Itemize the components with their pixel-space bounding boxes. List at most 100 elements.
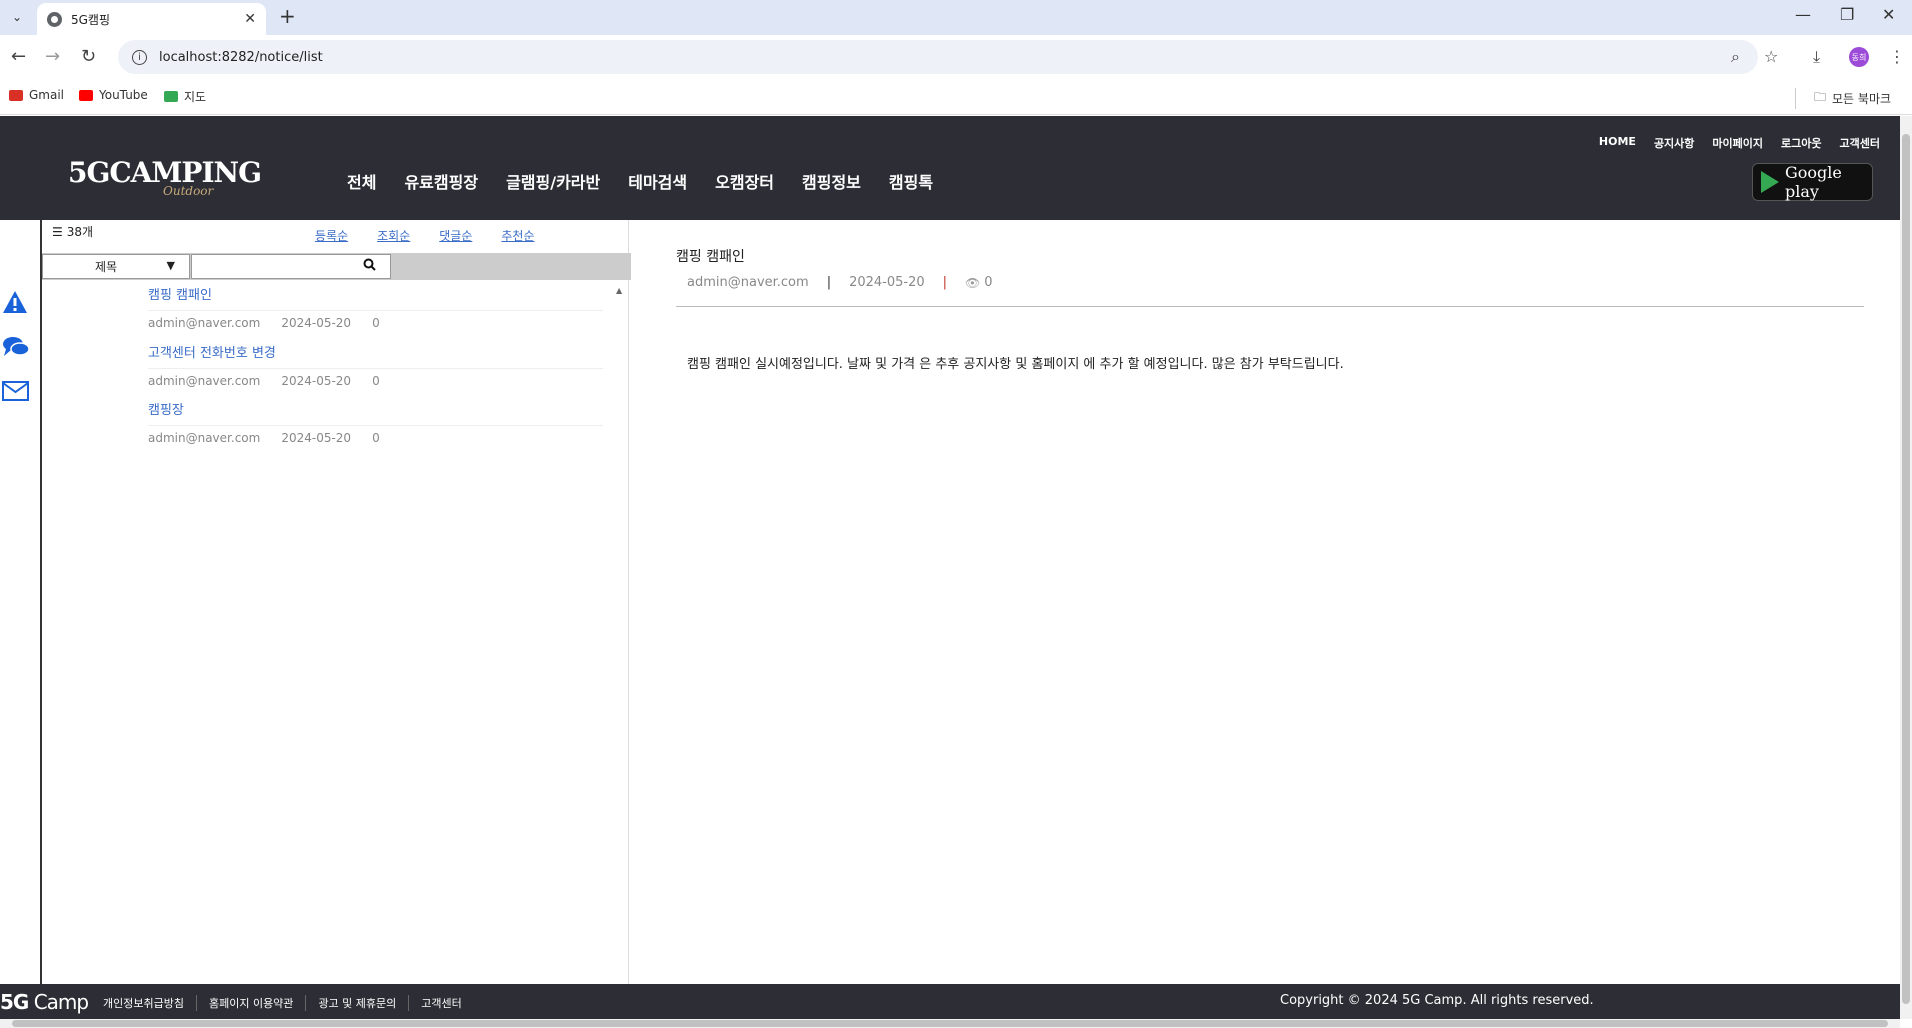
- browser-tab-bar: ⌄ 5G캠핑 ✕ + — ❐ ✕: [0, 0, 1912, 35]
- detail-title: 캠핑 캠패인: [676, 249, 745, 265]
- notice-date: 2024-05-20: [281, 374, 352, 388]
- notice-views: 0: [372, 431, 380, 445]
- globe-icon: [47, 11, 62, 27]
- notice-list-panel: ☰ 38개 등록순 조회순 댓글순 추천순 제목 ▼ ▲ 캠핑 캠패인 admi…: [40, 220, 631, 984]
- copyright: Copyright © 2024 5G Camp. All rights res…: [1280, 993, 1594, 1008]
- notice-title-link[interactable]: 캠핑 캠패인: [148, 284, 212, 303]
- search-input[interactable]: [191, 254, 391, 279]
- divider: [148, 310, 603, 311]
- notice-title-link[interactable]: 캠핑장: [148, 399, 184, 418]
- sort-links: 등록순 조회순 댓글순 추천순: [315, 227, 564, 244]
- meta-separator: |: [826, 275, 832, 290]
- scrollbar-thumb[interactable]: [1902, 134, 1910, 1004]
- gmail-icon: [9, 89, 23, 101]
- bookmark-star-icon[interactable]: ☆: [1764, 47, 1778, 66]
- bookmarks-bar: Gmail YouTube 지도 🗀 모든 북마크: [0, 80, 1912, 115]
- back-button[interactable]: ←: [11, 46, 26, 67]
- omnibox[interactable]: i localhost:8282/notice/list: [118, 40, 1758, 74]
- more-menu-icon[interactable]: ⋮: [1889, 47, 1905, 66]
- list-item[interactable]: 고객센터 전화번호 변경 admin@naver.com 2024-05-20 …: [42, 340, 610, 398]
- sort-by-comments[interactable]: 댓글순: [439, 227, 472, 244]
- page-horizontal-scrollbar[interactable]: [0, 1019, 1900, 1028]
- footer-link-support[interactable]: 고객센터: [408, 995, 473, 1011]
- search-type-select[interactable]: 제목 ▼: [42, 254, 190, 279]
- scrollbar-thumb[interactable]: [12, 1020, 1888, 1027]
- mail-icon[interactable]: [2, 380, 30, 402]
- sort-by-recommend[interactable]: 추천순: [501, 227, 534, 244]
- notice-title-link[interactable]: 고객센터 전화번호 변경: [148, 342, 276, 361]
- list-item[interactable]: 캠핑 캠패인 admin@naver.com 2024-05-20 0: [42, 282, 610, 340]
- top-nav-mypage[interactable]: 마이페이지: [1712, 135, 1763, 151]
- google-play-badge[interactable]: Google play: [1752, 163, 1873, 201]
- profile-avatar[interactable]: 동희: [1849, 47, 1869, 67]
- top-nav-support[interactable]: 고객센터: [1840, 135, 1880, 151]
- forward-button[interactable]: →: [45, 46, 60, 67]
- tab-search-button[interactable]: ⌄: [5, 6, 29, 28]
- new-tab-button[interactable]: +: [279, 4, 296, 28]
- detail-date: 2024-05-20: [849, 275, 925, 290]
- footer-link-ads[interactable]: 광고 및 제휴문의: [305, 995, 408, 1011]
- divider: [676, 306, 1864, 307]
- notice-views: 0: [372, 374, 380, 388]
- sort-by-date[interactable]: 등록순: [315, 227, 348, 244]
- main-nav: 전체 유료캠핑장 글램핑/카라반 테마검색 오캠장터 캠핑정보 캠핑톡: [347, 169, 961, 193]
- footer-link-privacy[interactable]: 개인정보취급방침: [103, 995, 196, 1011]
- list-scroll-up-arrow[interactable]: ▲: [616, 286, 622, 295]
- search-icon[interactable]: [363, 258, 376, 275]
- site-info-icon[interactable]: i: [132, 49, 147, 65]
- browser-tab[interactable]: 5G캠핑 ✕: [37, 3, 266, 35]
- tab-title: 5G캠핑: [71, 12, 111, 27]
- list-item[interactable]: 캠핑장 admin@naver.com 2024-05-20 0: [42, 397, 610, 455]
- site-footer: 5G Camp 개인정보취급방침 홈페이지 이용약관 광고 및 제휴문의 고객센…: [0, 984, 1900, 1019]
- meta-separator: |: [942, 275, 948, 290]
- bookmark-gmail[interactable]: Gmail: [9, 88, 64, 102]
- divider: [148, 425, 603, 426]
- bookmark-youtube[interactable]: YouTube: [79, 88, 148, 102]
- restore-button[interactable]: ❐: [1840, 5, 1854, 24]
- nav-item-market[interactable]: 오캠장터: [715, 169, 774, 193]
- nav-item-theme-search[interactable]: 테마검색: [628, 169, 687, 193]
- maps-icon: [164, 91, 178, 102]
- nav-item-camping-talk[interactable]: 캠핑톡: [889, 169, 933, 193]
- sort-by-views[interactable]: 조회순: [377, 227, 410, 244]
- notice-date: 2024-05-20: [281, 431, 352, 445]
- all-bookmarks[interactable]: 🗀 모든 북마크: [1795, 88, 1891, 109]
- nav-item-glamping[interactable]: 글램핑/카라반: [506, 169, 600, 193]
- footer-link-terms[interactable]: 홈페이지 이용약관: [195, 995, 305, 1011]
- bookmark-maps[interactable]: 지도: [164, 88, 206, 105]
- top-nav: HOME 공지사항 마이페이지 로그아웃 고객센터: [1581, 135, 1880, 151]
- eye-icon: 👁: [965, 275, 981, 290]
- notice-meta: admin@naver.com 2024-05-20 0: [148, 431, 401, 445]
- google-play-icon: [1761, 171, 1779, 193]
- detail-author: admin@naver.com: [687, 275, 809, 290]
- list-icon: ☰: [52, 224, 63, 239]
- close-tab-icon[interactable]: ✕: [244, 11, 256, 27]
- notice-meta: admin@naver.com 2024-05-20 0: [148, 374, 401, 388]
- nav-item-all[interactable]: 전체: [347, 169, 376, 193]
- notice-author: admin@naver.com: [148, 431, 261, 445]
- address-bar: ← → ↻ i localhost:8282/notice/list ⌕ ☆ ⤓…: [0, 35, 1912, 80]
- top-nav-notice[interactable]: 공지사항: [1654, 135, 1694, 151]
- top-nav-logout[interactable]: 로그아웃: [1781, 135, 1821, 151]
- site-header: 5GCAMPING Outdoor 전체 유료캠핑장 글램핑/카라반 테마검색 …: [0, 116, 1900, 220]
- page-vertical-scrollbar[interactable]: [1900, 116, 1912, 1019]
- footer-logo: 5G Camp: [0, 990, 89, 1014]
- zoom-icon[interactable]: ⌕: [1731, 47, 1740, 67]
- notice-date: 2024-05-20: [281, 316, 352, 330]
- nav-item-paid-camping[interactable]: 유료캠핑장: [404, 169, 478, 193]
- site-logo[interactable]: 5GCAMPING Outdoor: [68, 156, 262, 198]
- close-window-button[interactable]: ✕: [1882, 5, 1895, 24]
- notice-list: 캠핑 캠패인 admin@naver.com 2024-05-20 0 고객센터…: [42, 282, 610, 982]
- search-row: 제목 ▼: [42, 253, 631, 280]
- nav-item-camping-info[interactable]: 캠핑정보: [802, 169, 861, 193]
- divider: [148, 368, 603, 369]
- detail-content: 캠핑 캠패인 실시예정입니다. 날짜 및 가격 은 추후 공지사항 및 홈페이지…: [687, 357, 1344, 372]
- reload-button[interactable]: ↻: [81, 46, 96, 67]
- footer-links: 개인정보취급방침 홈페이지 이용약관 광고 및 제휴문의 고객센터: [103, 995, 474, 1011]
- chat-icon[interactable]: [2, 335, 30, 359]
- minimize-button[interactable]: —: [1795, 5, 1811, 24]
- download-icon[interactable]: ⤓: [1813, 47, 1820, 67]
- warning-icon[interactable]: [2, 290, 28, 314]
- url-text: localhost:8282/notice/list: [159, 49, 323, 65]
- top-nav-home[interactable]: HOME: [1599, 135, 1636, 151]
